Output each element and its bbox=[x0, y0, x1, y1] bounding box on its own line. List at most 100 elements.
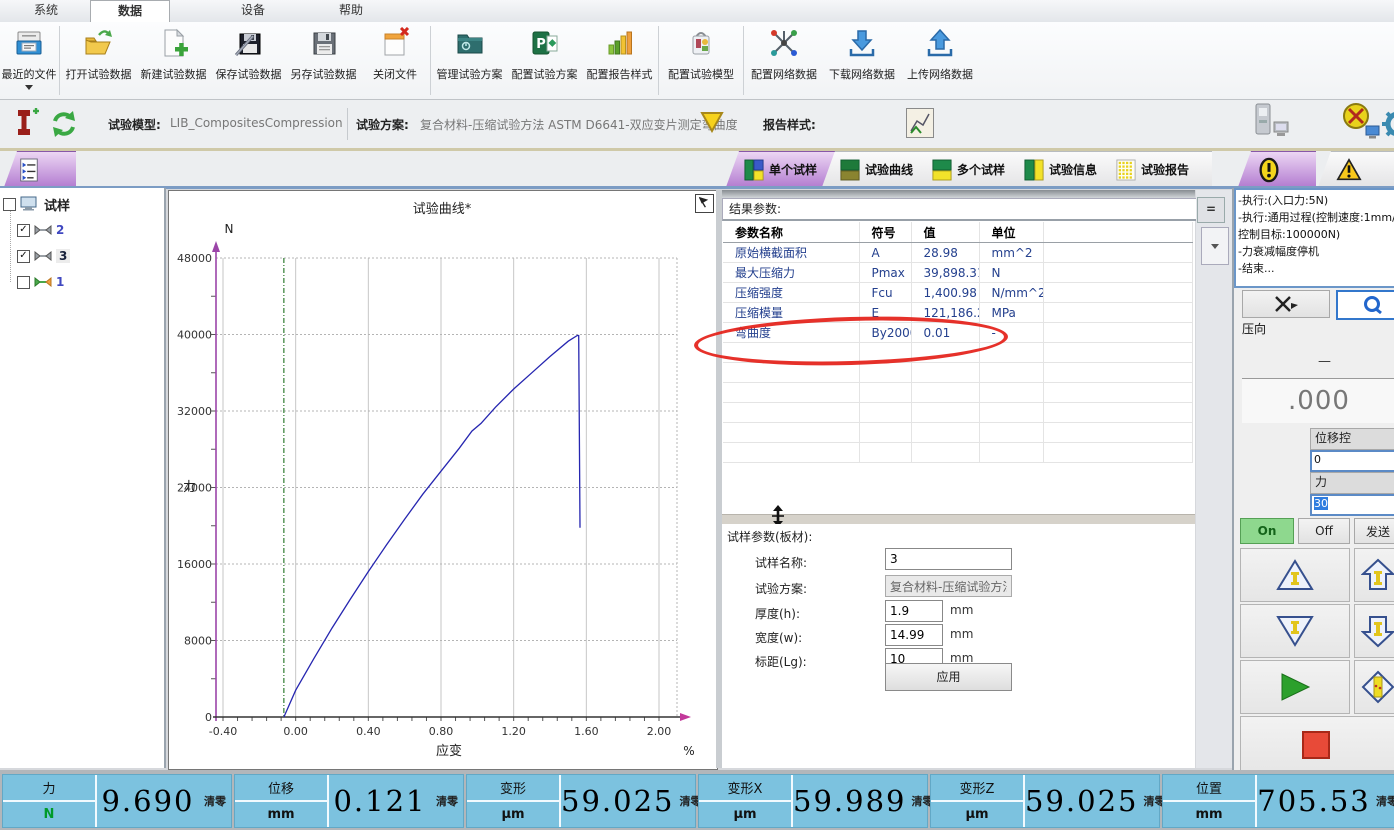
result-row-pmax[interactable]: 最大压缩力Pmax39,898.31N bbox=[723, 263, 1193, 283]
machine-status-icon[interactable] bbox=[1250, 102, 1294, 145]
tree-item-specimen-2[interactable]: ✓ 2 bbox=[17, 222, 64, 238]
clear-button[interactable]: 清零 bbox=[1371, 775, 1394, 827]
toolbar-label: 管理试验方案 bbox=[437, 66, 503, 82]
direction-label: 压向 bbox=[1242, 320, 1266, 337]
triangle-up-icon bbox=[1275, 558, 1315, 592]
save-as-data-button[interactable]: 另存试验数据 bbox=[286, 22, 361, 99]
col-symbol: 符号 bbox=[859, 222, 911, 243]
channel-unit: mm bbox=[235, 802, 327, 827]
menu-tab-system[interactable]: 系统 bbox=[8, 0, 84, 21]
save-data-button[interactable]: 保存试验数据 bbox=[211, 22, 286, 99]
menu-tab-device[interactable]: 设备 bbox=[206, 0, 300, 21]
play-icon bbox=[1278, 672, 1312, 702]
channel-name: 变形X bbox=[699, 775, 791, 802]
specimen-form-title: 试样参数(板材): bbox=[727, 528, 812, 545]
clear-button[interactable]: 清零 bbox=[431, 775, 463, 827]
report-preview-button[interactable] bbox=[906, 108, 934, 138]
fast-up-button[interactable] bbox=[1240, 548, 1350, 602]
scheme-field-label: 试验方案: bbox=[755, 580, 807, 597]
toolbar-separator bbox=[658, 26, 659, 95]
tab-single-specimen[interactable]: 单个试样 bbox=[726, 151, 838, 187]
scroll-down-button[interactable] bbox=[1201, 227, 1229, 265]
save-data-icon bbox=[233, 27, 265, 62]
fast-down-button[interactable] bbox=[1240, 604, 1350, 658]
tree-connector bbox=[10, 208, 12, 282]
off-button[interactable]: Off bbox=[1298, 518, 1350, 544]
svg-text:试验曲线*: 试验曲线* bbox=[413, 201, 472, 217]
result-row-bending[interactable]: 弯曲度By20000.01- bbox=[723, 323, 1193, 343]
start-test-button[interactable] bbox=[1240, 660, 1350, 714]
report-style-button[interactable]: 配置报告样式 bbox=[582, 22, 657, 99]
connection-error-icon[interactable] bbox=[1338, 102, 1382, 145]
result-row-area[interactable]: 原始横截面积A28.98mm^2 bbox=[723, 243, 1193, 263]
send-button[interactable]: 发送 bbox=[1354, 518, 1394, 544]
stop-button[interactable] bbox=[1240, 716, 1394, 774]
test-model-button[interactable]: 配置试验模型 bbox=[660, 22, 742, 99]
new-data-button[interactable]: 新建试验数据 bbox=[136, 22, 211, 99]
tab-alarm[interactable] bbox=[1318, 151, 1394, 187]
network-config-button[interactable]: 配置网络数据 bbox=[745, 22, 823, 99]
splitter-grip[interactable]: = bbox=[1197, 197, 1225, 223]
specimen-add-icon[interactable] bbox=[12, 106, 40, 143]
checkbox-unchecked[interactable] bbox=[3, 198, 16, 211]
download-network-button[interactable]: 下载网络数据 bbox=[823, 22, 901, 99]
chart-zoom-button[interactable] bbox=[695, 194, 714, 213]
chevron-down-icon bbox=[1211, 244, 1219, 249]
tree-root-label: 试样 bbox=[44, 195, 70, 214]
abort-process-button[interactable] bbox=[1242, 290, 1330, 318]
filter-triangle-icon[interactable] bbox=[700, 111, 724, 136]
channel-name: 变形 bbox=[467, 775, 559, 802]
new-data-icon bbox=[158, 27, 190, 62]
recent-files-button[interactable]: 最近的文件 bbox=[0, 22, 58, 99]
tree-item-specimen-3[interactable]: ✓ 3 bbox=[17, 248, 70, 264]
tab-run-status[interactable] bbox=[1238, 151, 1316, 187]
menu-tab-help[interactable]: 帮助 bbox=[306, 0, 396, 21]
tab-test-curve[interactable]: 试验曲线 bbox=[822, 151, 930, 187]
thickness-field[interactable] bbox=[885, 600, 943, 622]
checkbox-checked[interactable]: ✓ bbox=[17, 250, 30, 263]
result-row-modulus[interactable]: 压缩模量E121,186.20MPa bbox=[723, 303, 1193, 323]
result-row-strength[interactable]: 压缩强度Fcu1,400.98N/mm^2 bbox=[723, 283, 1193, 303]
refresh-icon[interactable] bbox=[48, 108, 80, 143]
toolbar-label: 配置试验方案 bbox=[512, 66, 578, 82]
checkbox-unchecked[interactable] bbox=[17, 276, 30, 289]
toolbar-separator bbox=[430, 26, 431, 95]
checkbox-checked[interactable]: ✓ bbox=[17, 224, 30, 237]
run-process-button[interactable] bbox=[1336, 290, 1394, 320]
manage-scheme-button[interactable]: 管理试验方案 bbox=[432, 22, 507, 99]
tab-multi-specimen[interactable]: 多个试样 bbox=[914, 151, 1022, 187]
svg-text:应变: 应变 bbox=[436, 743, 462, 759]
step-up-button[interactable] bbox=[1354, 548, 1394, 602]
thickness-label: 厚度(h): bbox=[755, 605, 800, 622]
open-data-button[interactable]: 打开试验数据 bbox=[61, 22, 136, 99]
config-scheme-button[interactable]: P 配置试验方案 bbox=[507, 22, 582, 99]
width-field[interactable] bbox=[885, 624, 943, 646]
panel-gap-strip bbox=[1196, 190, 1232, 768]
specimen-icon bbox=[34, 225, 52, 235]
tree-root-specimens[interactable]: 试样 bbox=[3, 196, 70, 212]
svg-text:P: P bbox=[536, 37, 546, 52]
svg-text:40000: 40000 bbox=[177, 329, 212, 342]
specimen-protect-button[interactable] bbox=[1354, 660, 1394, 714]
tree-item-specimen-1[interactable]: 1 bbox=[17, 274, 64, 290]
apply-button[interactable]: 应用 bbox=[885, 663, 1012, 691]
specimen-name-field[interactable] bbox=[885, 548, 1012, 570]
status-line: -力衰减幅度停机 bbox=[1238, 243, 1394, 260]
report-style-icon bbox=[604, 27, 636, 62]
tab-test-info[interactable]: 试验信息 bbox=[1006, 151, 1114, 187]
triangle-down-icon bbox=[1275, 614, 1315, 648]
col-value: 值 bbox=[911, 222, 979, 243]
tab-test-report[interactable]: 试验报告 bbox=[1098, 151, 1212, 187]
toolbar-label: 配置报告样式 bbox=[587, 66, 653, 82]
menu-tab-data[interactable]: 数据 bbox=[90, 0, 170, 22]
settings-gear-icon[interactable] bbox=[1380, 106, 1394, 145]
force-control-input[interactable]: 30 bbox=[1310, 494, 1394, 516]
upload-network-button[interactable]: 上传网络数据 bbox=[901, 22, 979, 99]
step-down-button[interactable] bbox=[1354, 604, 1394, 658]
on-button[interactable]: On bbox=[1240, 518, 1294, 544]
displacement-control-input[interactable]: 0 bbox=[1310, 450, 1394, 472]
clear-button[interactable]: 清零 bbox=[199, 775, 231, 827]
channel-name: 位置 bbox=[1163, 775, 1255, 802]
test-info-icon bbox=[1024, 159, 1044, 181]
close-file-button[interactable]: 关闭文件 bbox=[361, 22, 429, 99]
